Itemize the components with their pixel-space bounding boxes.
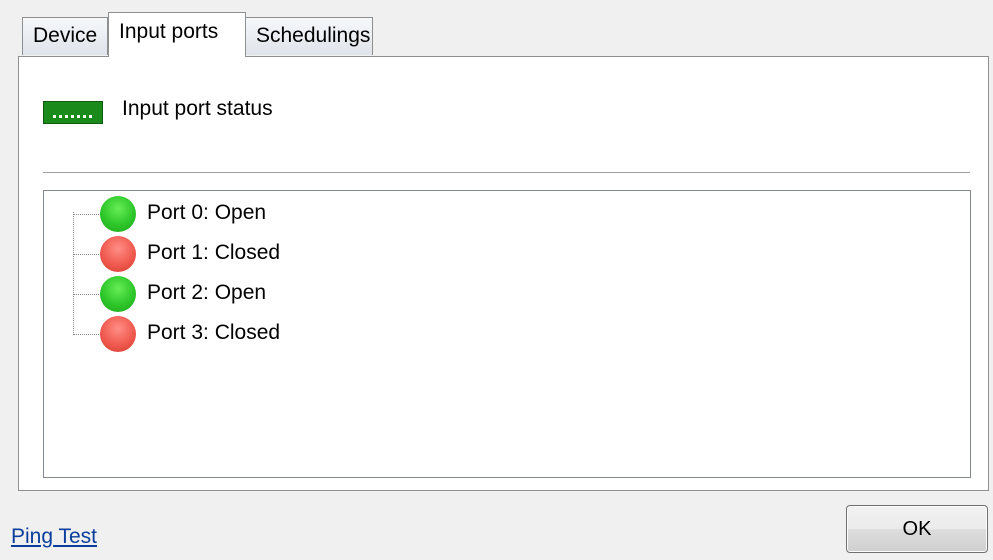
ping-test-link[interactable]: Ping Test <box>11 525 97 549</box>
tree-connector <box>73 214 101 215</box>
tab-device[interactable]: Device <box>22 17 108 55</box>
input-port-status-label: Input port status <box>122 97 273 120</box>
red-circle-icon <box>100 316 136 352</box>
tree-connector <box>73 334 101 335</box>
red-circle-icon <box>100 236 136 272</box>
tree-item-port-2[interactable]: Port 2: Open <box>73 273 473 313</box>
separator-line <box>43 172 970 173</box>
input-ports-tab-page: Input port status Port 0: Open Port 1: C… <box>18 56 989 491</box>
tree-item-port-0[interactable]: Port 0: Open <box>73 193 473 233</box>
port-label: Port 3: Closed <box>147 321 281 344</box>
tree-connector <box>73 254 101 255</box>
green-circle-icon <box>100 276 136 312</box>
dialog-window: Device Input ports Schedulings Input por… <box>0 0 993 560</box>
tree-connector <box>73 294 101 295</box>
port-status-icon <box>43 101 103 124</box>
green-circle-icon <box>100 196 136 232</box>
port-status-icon-dots <box>53 115 93 118</box>
tab-schedulings[interactable]: Schedulings <box>245 17 373 55</box>
port-label: Port 0: Open <box>147 201 267 224</box>
port-label: Port 2: Open <box>147 281 267 304</box>
tab-input-ports[interactable]: Input ports <box>108 12 246 57</box>
port-tree-view[interactable]: Port 0: Open Port 1: Closed Port 2: Open… <box>43 190 971 478</box>
tree-item-port-1[interactable]: Port 1: Closed <box>73 233 473 273</box>
ok-button[interactable]: OK <box>846 505 988 553</box>
port-label: Port 1: Closed <box>147 241 281 264</box>
tree-item-port-3[interactable]: Port 3: Closed <box>73 313 473 353</box>
